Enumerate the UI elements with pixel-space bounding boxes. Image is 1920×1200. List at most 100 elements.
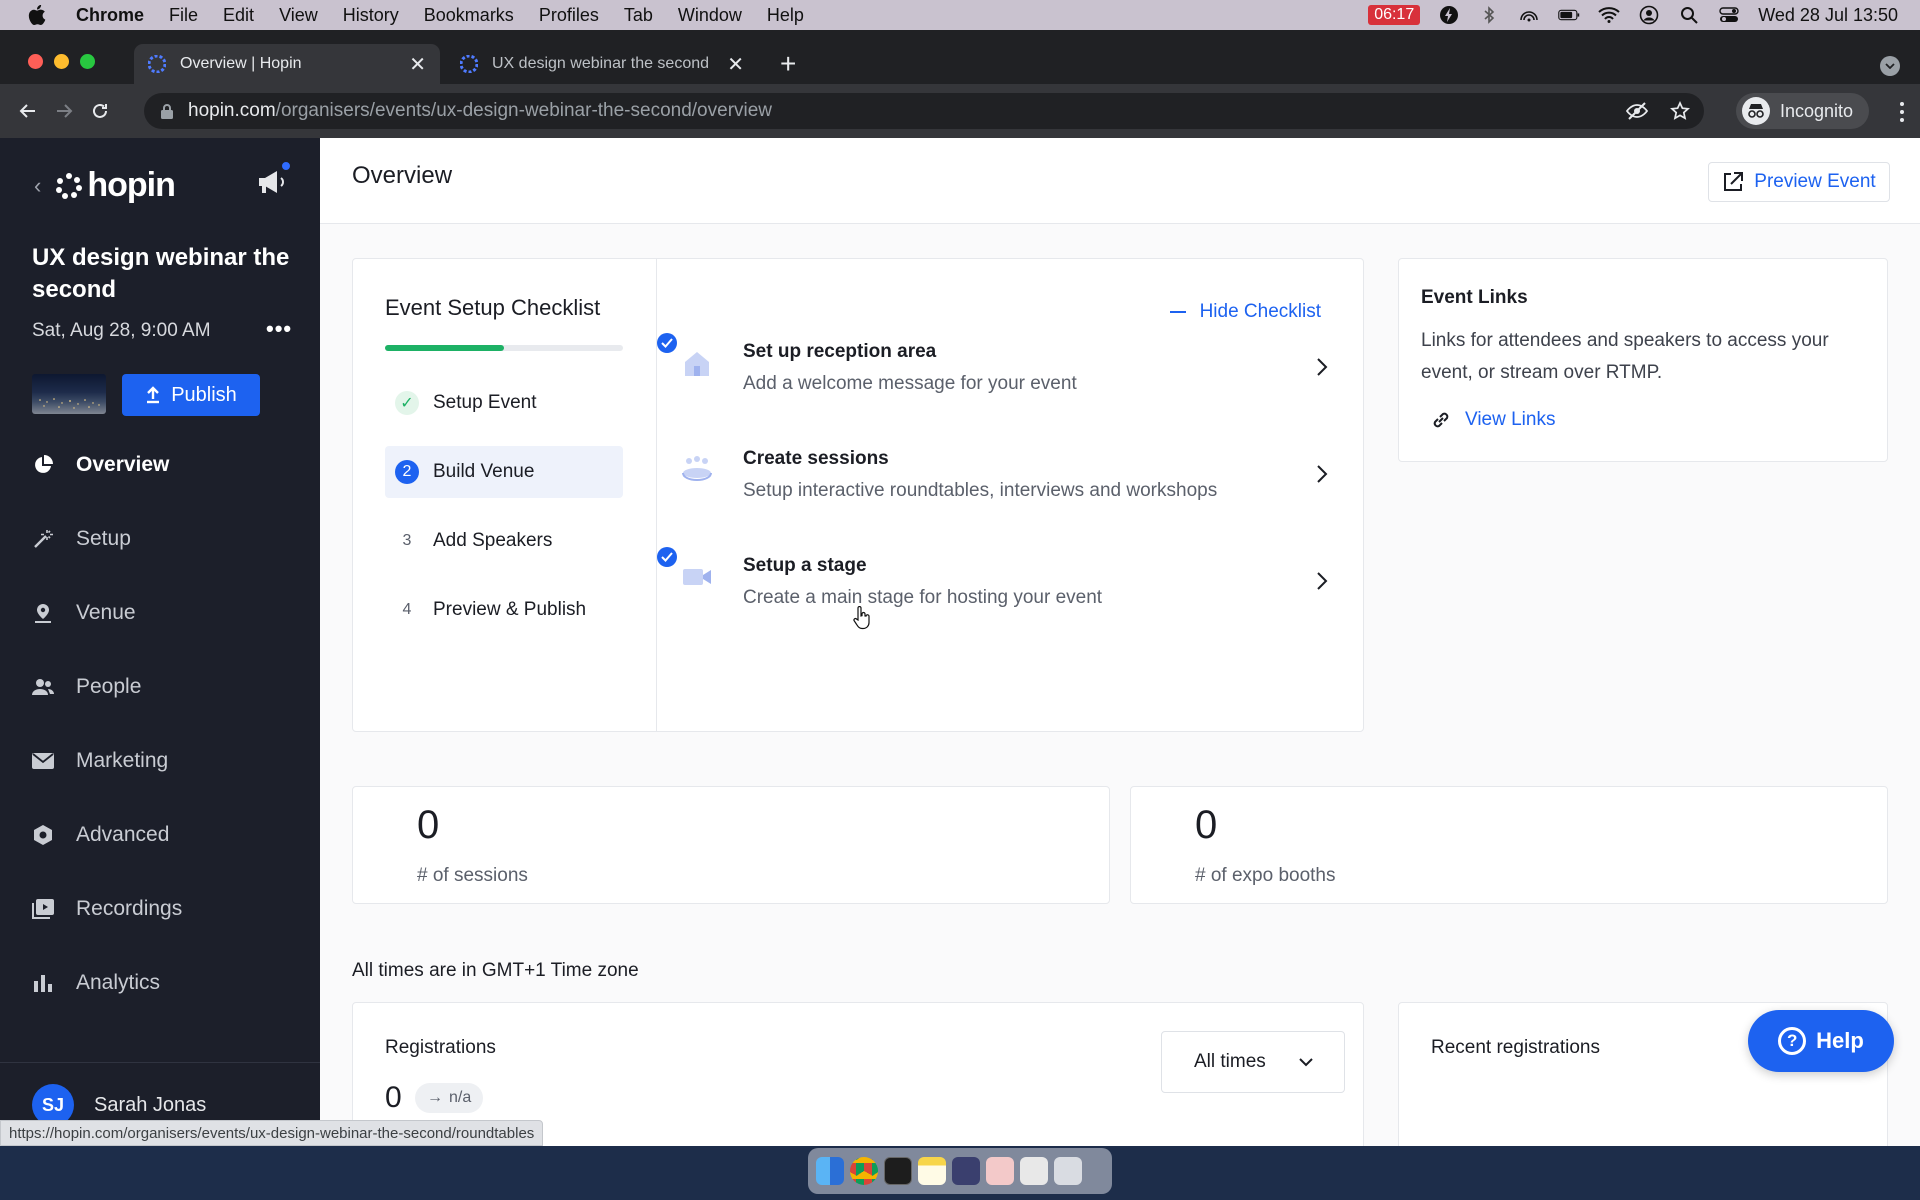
lock-icon[interactable] — [160, 103, 174, 119]
bolt-icon[interactable] — [1438, 6, 1460, 24]
link-preview-status-bar: https://hopin.com/organisers/events/ux-d… — [0, 1120, 544, 1146]
menu-file[interactable]: File — [169, 5, 198, 26]
tab-search-icon[interactable] — [1880, 56, 1900, 76]
menu-edit[interactable]: Edit — [223, 5, 254, 26]
sidebar-item-people[interactable]: People — [0, 650, 320, 724]
sidebar-item-label: Analytics — [76, 971, 161, 994]
control-center-icon[interactable] — [1718, 6, 1740, 24]
hexagon-gear-icon — [32, 824, 54, 846]
menu-tab[interactable]: Tab — [624, 5, 653, 26]
bookmark-star-icon[interactable] — [1670, 100, 1690, 127]
close-tab-icon[interactable]: ✕ — [727, 52, 744, 77]
airdrop-icon[interactable] — [1518, 6, 1540, 24]
sidebar-item-label: People — [76, 675, 142, 698]
task-reception-area[interactable]: Set up reception area Add a welcome mess… — [657, 333, 1363, 448]
bluetooth-off-icon[interactable] — [1478, 6, 1500, 24]
address-bar[interactable]: hopin.com/organisers/events/ux-design-we… — [144, 93, 1704, 129]
tab-ux-webinar[interactable]: UX design webinar the second ✕ — [446, 44, 758, 84]
menu-profiles[interactable]: Profiles — [539, 5, 599, 26]
minimize-window-button[interactable] — [54, 54, 69, 69]
preview-event-button[interactable]: Preview Event — [1708, 162, 1890, 202]
forward-arrow-icon[interactable] — [52, 99, 76, 123]
chrome-icon[interactable] — [850, 1157, 878, 1185]
terminal-icon[interactable] — [884, 1157, 912, 1185]
hide-checklist-label: Hide Checklist — [1199, 301, 1321, 322]
hopin-dashboard: ‹ hopin UX design webinar the second Sat… — [0, 138, 1920, 1146]
zoom-window-button[interactable] — [80, 54, 95, 69]
pie-chart-icon — [32, 454, 54, 476]
apple-icon[interactable] — [28, 4, 50, 26]
battery-icon[interactable] — [1558, 6, 1580, 24]
sidebar-item-overview[interactable]: Overview — [0, 428, 320, 502]
page-header: Overview Preview Event — [320, 138, 1920, 224]
notes-icon[interactable] — [918, 1157, 946, 1185]
menubar-status-area: 06:17 Wed 28 Jul 13:50 — [1368, 0, 1898, 30]
back-chevron-icon[interactable]: ‹ — [34, 173, 41, 199]
announcements-megaphone-icon[interactable] — [256, 160, 292, 198]
check-icon: ✓ — [395, 391, 419, 415]
close-window-button[interactable] — [28, 54, 43, 69]
sidebar-item-recordings[interactable]: Recordings — [0, 872, 320, 946]
profile-label: Incognito — [1780, 100, 1854, 121]
help-label: Help — [1816, 1028, 1864, 1053]
step-build-venue[interactable]: 2 Build Venue — [385, 446, 623, 498]
notification-dot — [280, 160, 292, 172]
menu-window[interactable]: Window — [678, 5, 742, 26]
battery-timer-badge[interactable]: 06:17 — [1368, 5, 1421, 25]
user-name: Sarah Jonas — [94, 1093, 207, 1116]
chrome-toolbar: hopin.com/organisers/events/ux-design-we… — [0, 84, 1920, 138]
step-preview-publish[interactable]: 4 Preview & Publish — [385, 584, 623, 636]
tab-overview-hopin[interactable]: Overview | Hopin ✕ — [134, 44, 440, 84]
chrome-menu-icon[interactable] — [1900, 102, 1904, 122]
sidebar-item-marketing[interactable]: Marketing — [0, 724, 320, 798]
event-thumbnail[interactable] — [32, 374, 106, 414]
sidebar-nav: Overview Setup Venue People Marketing Ad… — [0, 428, 320, 1020]
bolt-app-icon[interactable] — [952, 1157, 980, 1185]
step-add-speakers[interactable]: 3 Add Speakers — [385, 515, 623, 567]
menu-history[interactable]: History — [343, 5, 399, 26]
menu-bookmarks[interactable]: Bookmarks — [424, 5, 514, 26]
close-tab-icon[interactable]: ✕ — [409, 52, 426, 77]
magic-wand-icon — [32, 528, 54, 550]
tracking-blocked-eye-icon[interactable] — [1625, 101, 1649, 127]
step-setup-event[interactable]: ✓ Setup Event — [385, 377, 623, 429]
sidebar: ‹ hopin UX design webinar the second Sat… — [0, 138, 320, 1146]
page-title: Overview — [352, 162, 453, 189]
people-icon — [32, 676, 54, 698]
screenshot-app-icon[interactable] — [1020, 1157, 1048, 1185]
clock[interactable]: Wed 28 Jul 13:50 — [1758, 5, 1898, 26]
event-links-title: Event Links — [1421, 287, 1528, 308]
task-description: Setup interactive roundtables, interview… — [743, 480, 1218, 501]
chrome-tabbar: Overview | Hopin ✕ UX design webinar the… — [0, 30, 1920, 84]
hide-checklist-button[interactable]: Hide Checklist — [1169, 301, 1321, 323]
menu-help[interactable]: Help — [767, 5, 804, 26]
task-setup-stage[interactable]: Setup a stage Create a main stage for ho… — [657, 547, 1363, 662]
trash-icon[interactable] — [1054, 1157, 1082, 1185]
back-arrow-icon[interactable] — [16, 99, 40, 123]
sidebar-item-analytics[interactable]: Analytics — [0, 946, 320, 1020]
folder-icon[interactable] — [986, 1157, 1014, 1185]
sidebar-item-advanced[interactable]: Advanced — [0, 798, 320, 872]
publish-button[interactable]: Publish — [122, 374, 260, 416]
menu-view[interactable]: View — [279, 5, 318, 26]
menu-app-name[interactable]: Chrome — [76, 5, 144, 26]
help-button[interactable]: ? Help — [1748, 1010, 1894, 1072]
wifi-icon[interactable] — [1598, 6, 1620, 24]
link-icon — [1433, 412, 1449, 428]
hopin-logo[interactable]: hopin — [55, 166, 176, 205]
sessions-count: 0 — [417, 803, 440, 847]
sidebar-item-venue[interactable]: Venue — [0, 576, 320, 650]
user-account-icon[interactable] — [1638, 5, 1660, 25]
finder-icon[interactable] — [816, 1157, 844, 1185]
task-create-sessions[interactable]: Create sessions Setup interactive roundt… — [657, 448, 1363, 555]
spotlight-search-icon[interactable] — [1678, 6, 1700, 24]
new-tab-button[interactable]: + — [780, 50, 796, 78]
incognito-profile-button[interactable]: Incognito — [1736, 93, 1870, 129]
view-links-link[interactable]: View Links — [1431, 409, 1555, 431]
chevron-right-icon — [1317, 572, 1328, 590]
sidebar-item-setup[interactable]: Setup — [0, 502, 320, 576]
video-camera-icon — [683, 569, 711, 585]
time-range-select[interactable]: All times — [1161, 1031, 1345, 1093]
event-options-icon[interactable]: ••• — [266, 316, 292, 342]
reload-icon[interactable] — [88, 99, 112, 123]
